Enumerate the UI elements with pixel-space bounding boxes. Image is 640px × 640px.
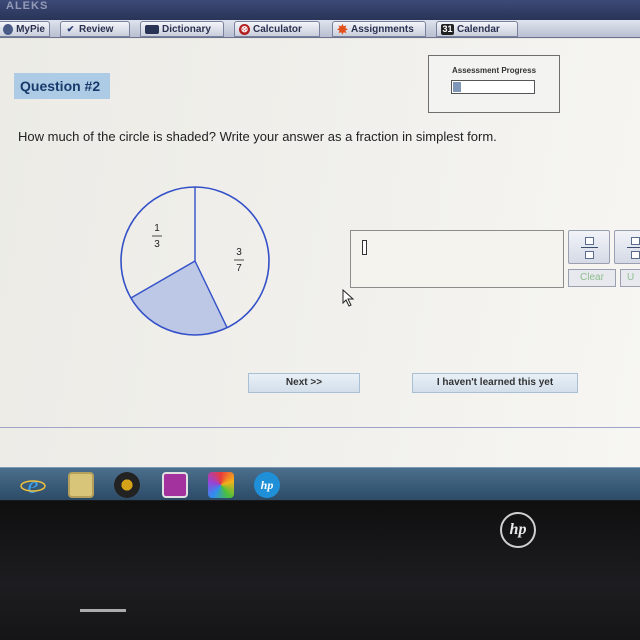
fraction-circle: 1 3 3 7: [120, 186, 270, 336]
tab-label: MyPie: [16, 23, 45, 35]
photo-gallery-icon[interactable]: [208, 472, 234, 498]
svg-text:e: e: [28, 473, 39, 498]
app-header: ALEKS: [0, 0, 640, 20]
mixed-number-tool-button[interactable]: [614, 230, 640, 264]
tab-label: Review: [79, 23, 114, 35]
clear-button[interactable]: Clear: [568, 269, 616, 287]
question-panel: Question #2 Assessment Progress How much…: [0, 39, 640, 467]
mixed-number-icon: [627, 235, 640, 261]
pie-icon: [3, 23, 14, 35]
question-number: Question #2: [14, 73, 110, 99]
internet-explorer-icon[interactable]: e: [20, 472, 46, 499]
nav-bar: MyPie ✔ Review Dictionary ⊗ Calculator ✸…: [0, 20, 640, 38]
app-logo: ALEKS: [6, 0, 49, 12]
tab-label: Calculator: [253, 23, 302, 35]
text-cursor: [362, 240, 367, 255]
numerator: 3: [236, 247, 242, 258]
laptop-bezel: [0, 501, 640, 640]
hp-support-icon[interactable]: hp: [254, 472, 280, 498]
not-learned-button[interactable]: I haven't learned this yet: [412, 373, 578, 393]
calendar-icon: 31: [441, 23, 454, 35]
mouse-pointer-icon: [342, 289, 355, 307]
tab-assignments[interactable]: ✸ Assignments: [332, 21, 426, 37]
tab-review[interactable]: ✔ Review: [60, 21, 130, 37]
monitor-screen: ALEKS MyPie ✔ Review Dictionary ⊗ Calcul…: [0, 0, 640, 500]
next-button[interactable]: Next >>: [248, 373, 360, 393]
denominator: 7: [236, 263, 242, 274]
footer-divider: [0, 427, 640, 428]
tab-calendar[interactable]: 31 Calendar: [436, 21, 518, 37]
tab-label: Calendar: [457, 23, 500, 35]
progress-fill: [453, 82, 461, 92]
book-icon: [145, 24, 159, 34]
progress-label: Assessment Progress: [451, 66, 537, 75]
fraction-tool-button[interactable]: [568, 230, 610, 264]
sector-label-one-third: 1 3: [152, 223, 162, 250]
tab-calculator[interactable]: ⊗ Calculator: [234, 21, 320, 37]
tab-dictionary[interactable]: Dictionary: [140, 21, 224, 37]
tab-label: Dictionary: [162, 23, 211, 35]
denominator: 3: [154, 239, 160, 250]
answer-input[interactable]: [350, 230, 564, 288]
tab-mypie[interactable]: MyPie: [0, 21, 50, 37]
file-explorer-icon[interactable]: [68, 472, 94, 498]
assessment-progress: Assessment Progress: [428, 55, 560, 113]
progress-bar: [451, 80, 535, 94]
undo-button[interactable]: U: [620, 269, 640, 287]
star-icon: ✸: [337, 21, 348, 37]
checkmark-icon: ✔: [66, 23, 75, 34]
tab-label: Assignments: [351, 23, 414, 35]
question-prompt: How much of the circle is shaded? Write …: [18, 129, 497, 144]
sector-label-three-sevenths: 3 7: [234, 247, 244, 274]
taskbar: e hp: [0, 467, 640, 500]
hp-logo: hp: [500, 512, 536, 548]
numerator: 1: [154, 223, 160, 234]
status-light: [80, 609, 126, 612]
remote-desktop-icon[interactable]: [162, 472, 188, 498]
fraction-icon: [581, 235, 599, 261]
media-player-icon[interactable]: [114, 472, 140, 498]
calculator-icon: ⊗: [239, 23, 250, 35]
